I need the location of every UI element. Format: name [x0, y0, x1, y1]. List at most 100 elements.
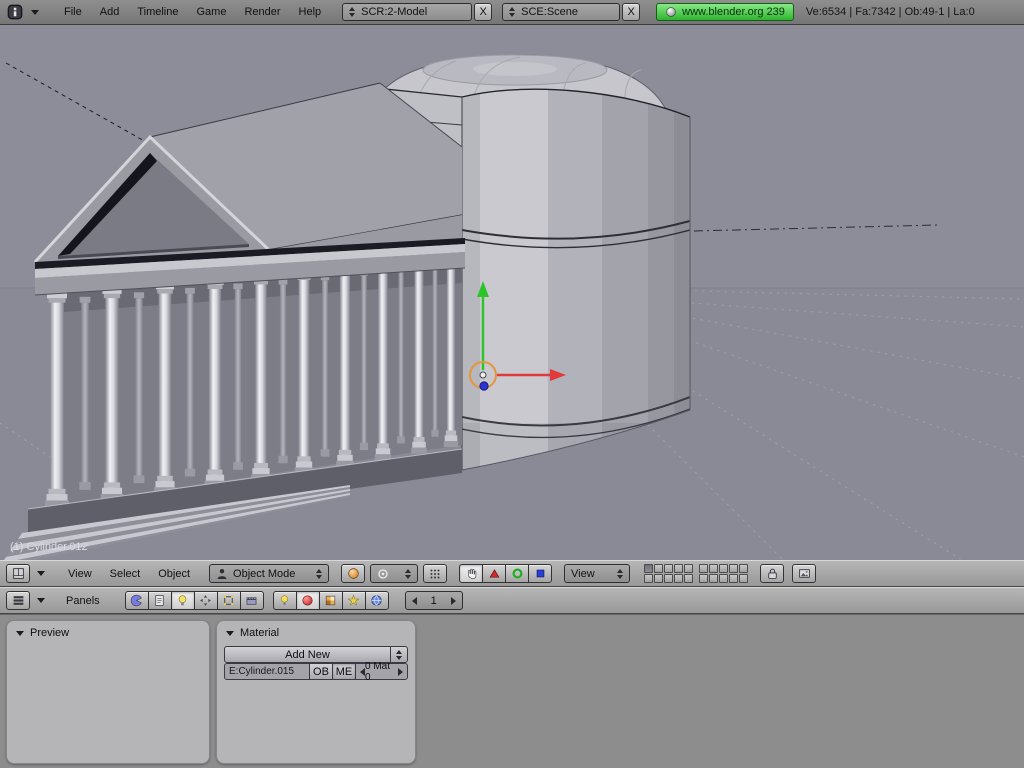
world-subcontext-button[interactable]: [364, 591, 389, 610]
layer-toggle[interactable]: [699, 574, 709, 583]
viewport-header: View Select Object Object Mode View: [0, 560, 1024, 587]
editing-icon: [223, 595, 234, 606]
pivot-point-icon: [378, 568, 388, 579]
menu-file[interactable]: File: [55, 3, 91, 21]
material-panel: Material Add New E:Cylinder.015 OB ME 0 …: [216, 620, 416, 764]
lock-icon: [767, 568, 777, 579]
layer-toggle[interactable]: [674, 564, 684, 573]
script-context-button[interactable]: [147, 591, 172, 610]
radiosity-subcontext-button[interactable]: [341, 591, 366, 610]
scene-icon: [246, 597, 257, 605]
image-icon: [798, 569, 810, 578]
dropdown-arrows-icon: [405, 568, 412, 579]
frame-decrement-icon[interactable]: [411, 596, 417, 605]
frame-number-field[interactable]: 1: [404, 591, 463, 610]
screen-selector[interactable]: SCR:2-Model: [342, 3, 473, 21]
pivot-dropdown[interactable]: [370, 564, 419, 583]
menu-view[interactable]: View: [59, 565, 101, 583]
buttons-header: Panels 1: [0, 587, 1024, 614]
scene-selector[interactable]: SCE:Scene: [502, 3, 621, 21]
shading-context-button[interactable]: [170, 591, 195, 610]
frame-increment-icon[interactable]: [450, 596, 456, 605]
me-toggle-button[interactable]: ME: [332, 663, 356, 680]
material-name-field[interactable]: E:Cylinder.015: [224, 663, 310, 680]
lock-layers-button[interactable]: [760, 564, 785, 583]
material-subcontext-button[interactable]: [295, 591, 320, 610]
preview-panel: Preview: [6, 620, 210, 764]
menu-select[interactable]: Select: [101, 565, 150, 583]
layer-toggle[interactable]: [654, 564, 664, 573]
layer-toggle[interactable]: [664, 574, 674, 583]
layer-toggle[interactable]: [729, 574, 739, 583]
dropdown-arrows-icon: [316, 568, 323, 579]
editing-context-button[interactable]: [216, 591, 241, 610]
object-context-button[interactable]: [193, 591, 218, 610]
lamp-subcontext-button[interactable]: [272, 591, 297, 610]
buttons-window-type-button[interactable]: [6, 591, 30, 610]
logic-context-button[interactable]: [124, 591, 149, 610]
panel-collapse-icon[interactable]: [16, 630, 24, 636]
layer-toggle[interactable]: [719, 564, 729, 573]
menu-render[interactable]: Render: [235, 3, 289, 21]
layer-toggle[interactable]: [674, 574, 684, 583]
mode-dropdown[interactable]: Object Mode: [209, 564, 330, 583]
layer-toggle[interactable]: [664, 564, 674, 573]
layer-toggle[interactable]: [709, 564, 719, 573]
blender-version-button[interactable]: www.blender.org 239: [656, 3, 794, 21]
layer-toggle[interactable]: [739, 574, 749, 583]
layer-toggle[interactable]: [684, 574, 694, 583]
manipulator-toggle-button[interactable]: [459, 564, 484, 583]
texture-icon: [325, 595, 336, 606]
scene-context-button[interactable]: [239, 591, 264, 610]
layer-toggle[interactable]: [699, 564, 709, 573]
render-preview-button[interactable]: [792, 564, 817, 583]
layer-toggle[interactable]: [729, 564, 739, 573]
blender-ball-icon: [666, 7, 676, 17]
layer-toggle[interactable]: [654, 574, 664, 583]
panel-collapse-icon[interactable]: [226, 630, 234, 636]
layer-toggle[interactable]: [709, 574, 719, 583]
viewport-3d[interactable]: (1) Cylinder.012: [0, 25, 1024, 567]
menu-game[interactable]: Game: [187, 3, 235, 21]
layer-toggle[interactable]: [719, 574, 729, 583]
menu-object[interactable]: Object: [149, 565, 199, 583]
mat-increment-icon[interactable]: [398, 667, 403, 676]
menu-add[interactable]: Add: [91, 3, 129, 21]
layer-toggle[interactable]: [644, 564, 654, 573]
header-collapse-icon[interactable]: [37, 598, 45, 603]
rotate-manipulator-button[interactable]: [505, 564, 530, 583]
info-window-icon[interactable]: [7, 4, 23, 20]
collapse-menus-icon[interactable]: [31, 9, 39, 15]
layer-toggle[interactable]: [644, 574, 654, 583]
layer-toggle[interactable]: [739, 564, 749, 573]
menu-help[interactable]: Help: [290, 3, 331, 21]
panels-menu[interactable]: Panels: [57, 592, 109, 610]
world-icon: [371, 595, 382, 606]
snap-button[interactable]: [423, 564, 448, 583]
shading-icon: [178, 595, 187, 606]
script-icon: [155, 595, 164, 606]
scene-statistics: Ve:6534 | Fa:7342 | Ob:49-1 | La:0: [805, 6, 975, 18]
menu-timeline[interactable]: Timeline: [128, 3, 187, 21]
texture-subcontext-button[interactable]: [318, 591, 343, 610]
logic-icon: [130, 594, 142, 607]
draw-type-button[interactable]: [341, 564, 366, 583]
material-count-stepper[interactable]: 0 Mat 0: [355, 661, 408, 683]
sphere-icon: [347, 568, 359, 579]
viewport-window-type-button[interactable]: [6, 564, 30, 583]
layer-toggle[interactable]: [684, 564, 694, 573]
dropdown-arrows-icon: [617, 568, 624, 579]
preview-panel-title: Preview: [30, 627, 70, 639]
screen-close-button[interactable]: X: [474, 3, 493, 21]
orientation-dropdown[interactable]: View: [564, 564, 631, 583]
translate-manipulator-button[interactable]: [482, 564, 507, 583]
header-collapse-icon[interactable]: [37, 571, 45, 576]
rotate-icon: [512, 568, 523, 579]
scene-close-button[interactable]: X: [622, 3, 641, 21]
ob-toggle-button[interactable]: OB: [309, 663, 333, 680]
manipulator-y-handle[interactable]: [479, 381, 489, 391]
lamp-icon: [281, 595, 289, 605]
scale-manipulator-button[interactable]: [528, 564, 553, 583]
buttons-window-icon: [13, 596, 23, 605]
material-panel-title: Material: [240, 627, 280, 639]
